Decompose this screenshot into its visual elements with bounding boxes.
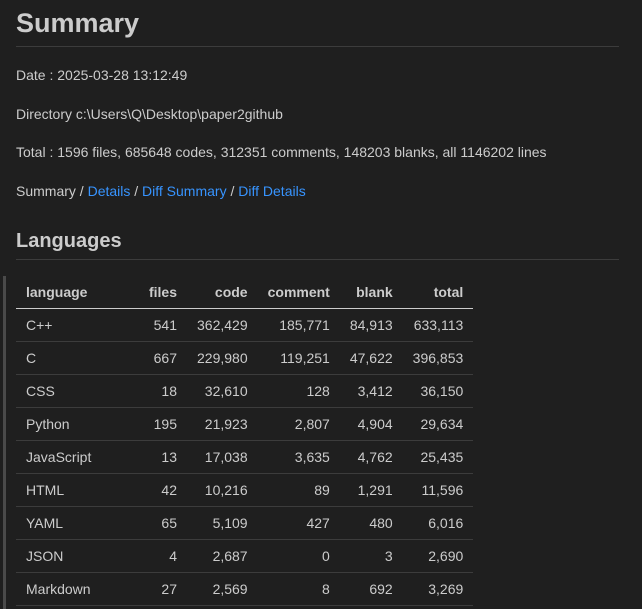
cell-files: 27 [134,572,187,606]
nav-link-diff-details[interactable]: Diff Details [238,183,305,199]
cell-blank: 4,904 [339,407,403,441]
cell-total: 396,853 [402,341,474,375]
cell-blank: 84,913 [339,308,403,342]
cell-code: 229,980 [187,341,258,375]
cell-files: 667 [134,341,187,375]
cell-files: 195 [134,407,187,441]
nav-separator: / [226,183,239,199]
cell-comment: 128 [257,374,340,408]
column-header-blank: blank [339,276,403,309]
cell-code: 21,923 [187,407,258,441]
cell-language: JSON [16,539,134,573]
table-row: JSON 4 2,687 0 3 2,690 [16,539,474,573]
cell-comment: 119,251 [257,341,340,375]
cell-blank: 47,622 [339,341,403,375]
table-row: C++ 541 362,429 185,771 84,913 633,113 [16,308,474,342]
cell-total: 3,269 [402,572,474,606]
cell-code: 2,569 [187,572,258,606]
column-header-comment: comment [257,276,340,309]
nav-separator: / [130,183,143,199]
cell-total: 36,150 [402,374,474,408]
cell-code: 362,429 [187,308,258,342]
cell-language: C [16,341,134,375]
cell-total: 29,634 [402,407,474,441]
cell-language: YAML [16,506,134,540]
table-row: Python 195 21,923 2,807 4,904 29,634 [16,407,474,441]
total-line: Total : 1596 files, 685648 codes, 312351… [16,144,547,160]
cell-total: 11,596 [402,473,474,507]
cell-language: CSS [16,374,134,408]
cell-blank: 480 [339,506,403,540]
cell-code: 5,109 [187,506,258,540]
blockquote-bar [3,276,6,609]
cell-total: 6,016 [402,506,474,540]
cell-code: 10,216 [187,473,258,507]
column-header-language: language [16,276,134,309]
cell-blank: 692 [339,572,403,606]
languages-heading: Languages [16,228,619,260]
table-row: HTML 42 10,216 89 1,291 11,596 [16,473,474,507]
cell-comment: 427 [257,506,340,540]
table-row: JavaScript 13 17,038 3,635 4,762 25,435 [16,440,474,474]
cell-comment: 89 [257,473,340,507]
cell-blank: 3,412 [339,374,403,408]
cell-language: Markdown [16,572,134,606]
table-row: C 667 229,980 119,251 47,622 396,853 [16,341,474,375]
cell-files: 4 [134,539,187,573]
column-header-code: code [187,276,258,309]
table-header-row: language files code comment blank total [16,276,474,309]
cell-comment: 3,635 [257,440,340,474]
cell-blank: 4,762 [339,440,403,474]
nav-link-diff-summary[interactable]: Diff Summary [142,183,227,199]
table-row: YAML 65 5,109 427 480 6,016 [16,506,474,540]
report-page: Summary Date : 2025-03-28 13:12:49 Direc… [16,0,619,260]
cell-language: Python [16,407,134,441]
cell-code: 2,687 [187,539,258,573]
cell-files: 65 [134,506,187,540]
directory-line: Directory c:\Users\Q\Desktop\paper2githu… [16,106,283,122]
report-nav: Summary / Details / Diff Summary / Diff … [16,183,306,199]
nav-separator: / [75,183,88,199]
cell-language: HTML [16,473,134,507]
cell-comment: 185,771 [257,308,340,342]
cell-language: JavaScript [16,440,134,474]
cell-code: 32,610 [187,374,258,408]
cell-code: 17,038 [187,440,258,474]
languages-table: language files code comment blank total … [16,276,474,606]
cell-comment: 8 [257,572,340,606]
cell-comment: 2,807 [257,407,340,441]
cell-files: 42 [134,473,187,507]
table-row: Markdown 27 2,569 8 692 3,269 [16,572,474,606]
cell-files: 13 [134,440,187,474]
cell-blank: 1,291 [339,473,403,507]
cell-total: 2,690 [402,539,474,573]
cell-total: 633,113 [402,308,474,342]
column-header-total: total [402,276,474,309]
table-row: CSS 18 32,610 128 3,412 36,150 [16,374,474,408]
cell-comment: 0 [257,539,340,573]
column-header-files: files [134,276,187,309]
nav-link-details[interactable]: Details [88,183,131,199]
cell-files: 541 [134,308,187,342]
cell-files: 18 [134,374,187,408]
cell-total: 25,435 [402,440,474,474]
page-title: Summary [16,0,619,47]
cell-language: C++ [16,308,134,342]
cell-blank: 3 [339,539,403,573]
nav-current-summary: Summary [16,183,76,199]
date-line: Date : 2025-03-28 13:12:49 [16,67,188,83]
